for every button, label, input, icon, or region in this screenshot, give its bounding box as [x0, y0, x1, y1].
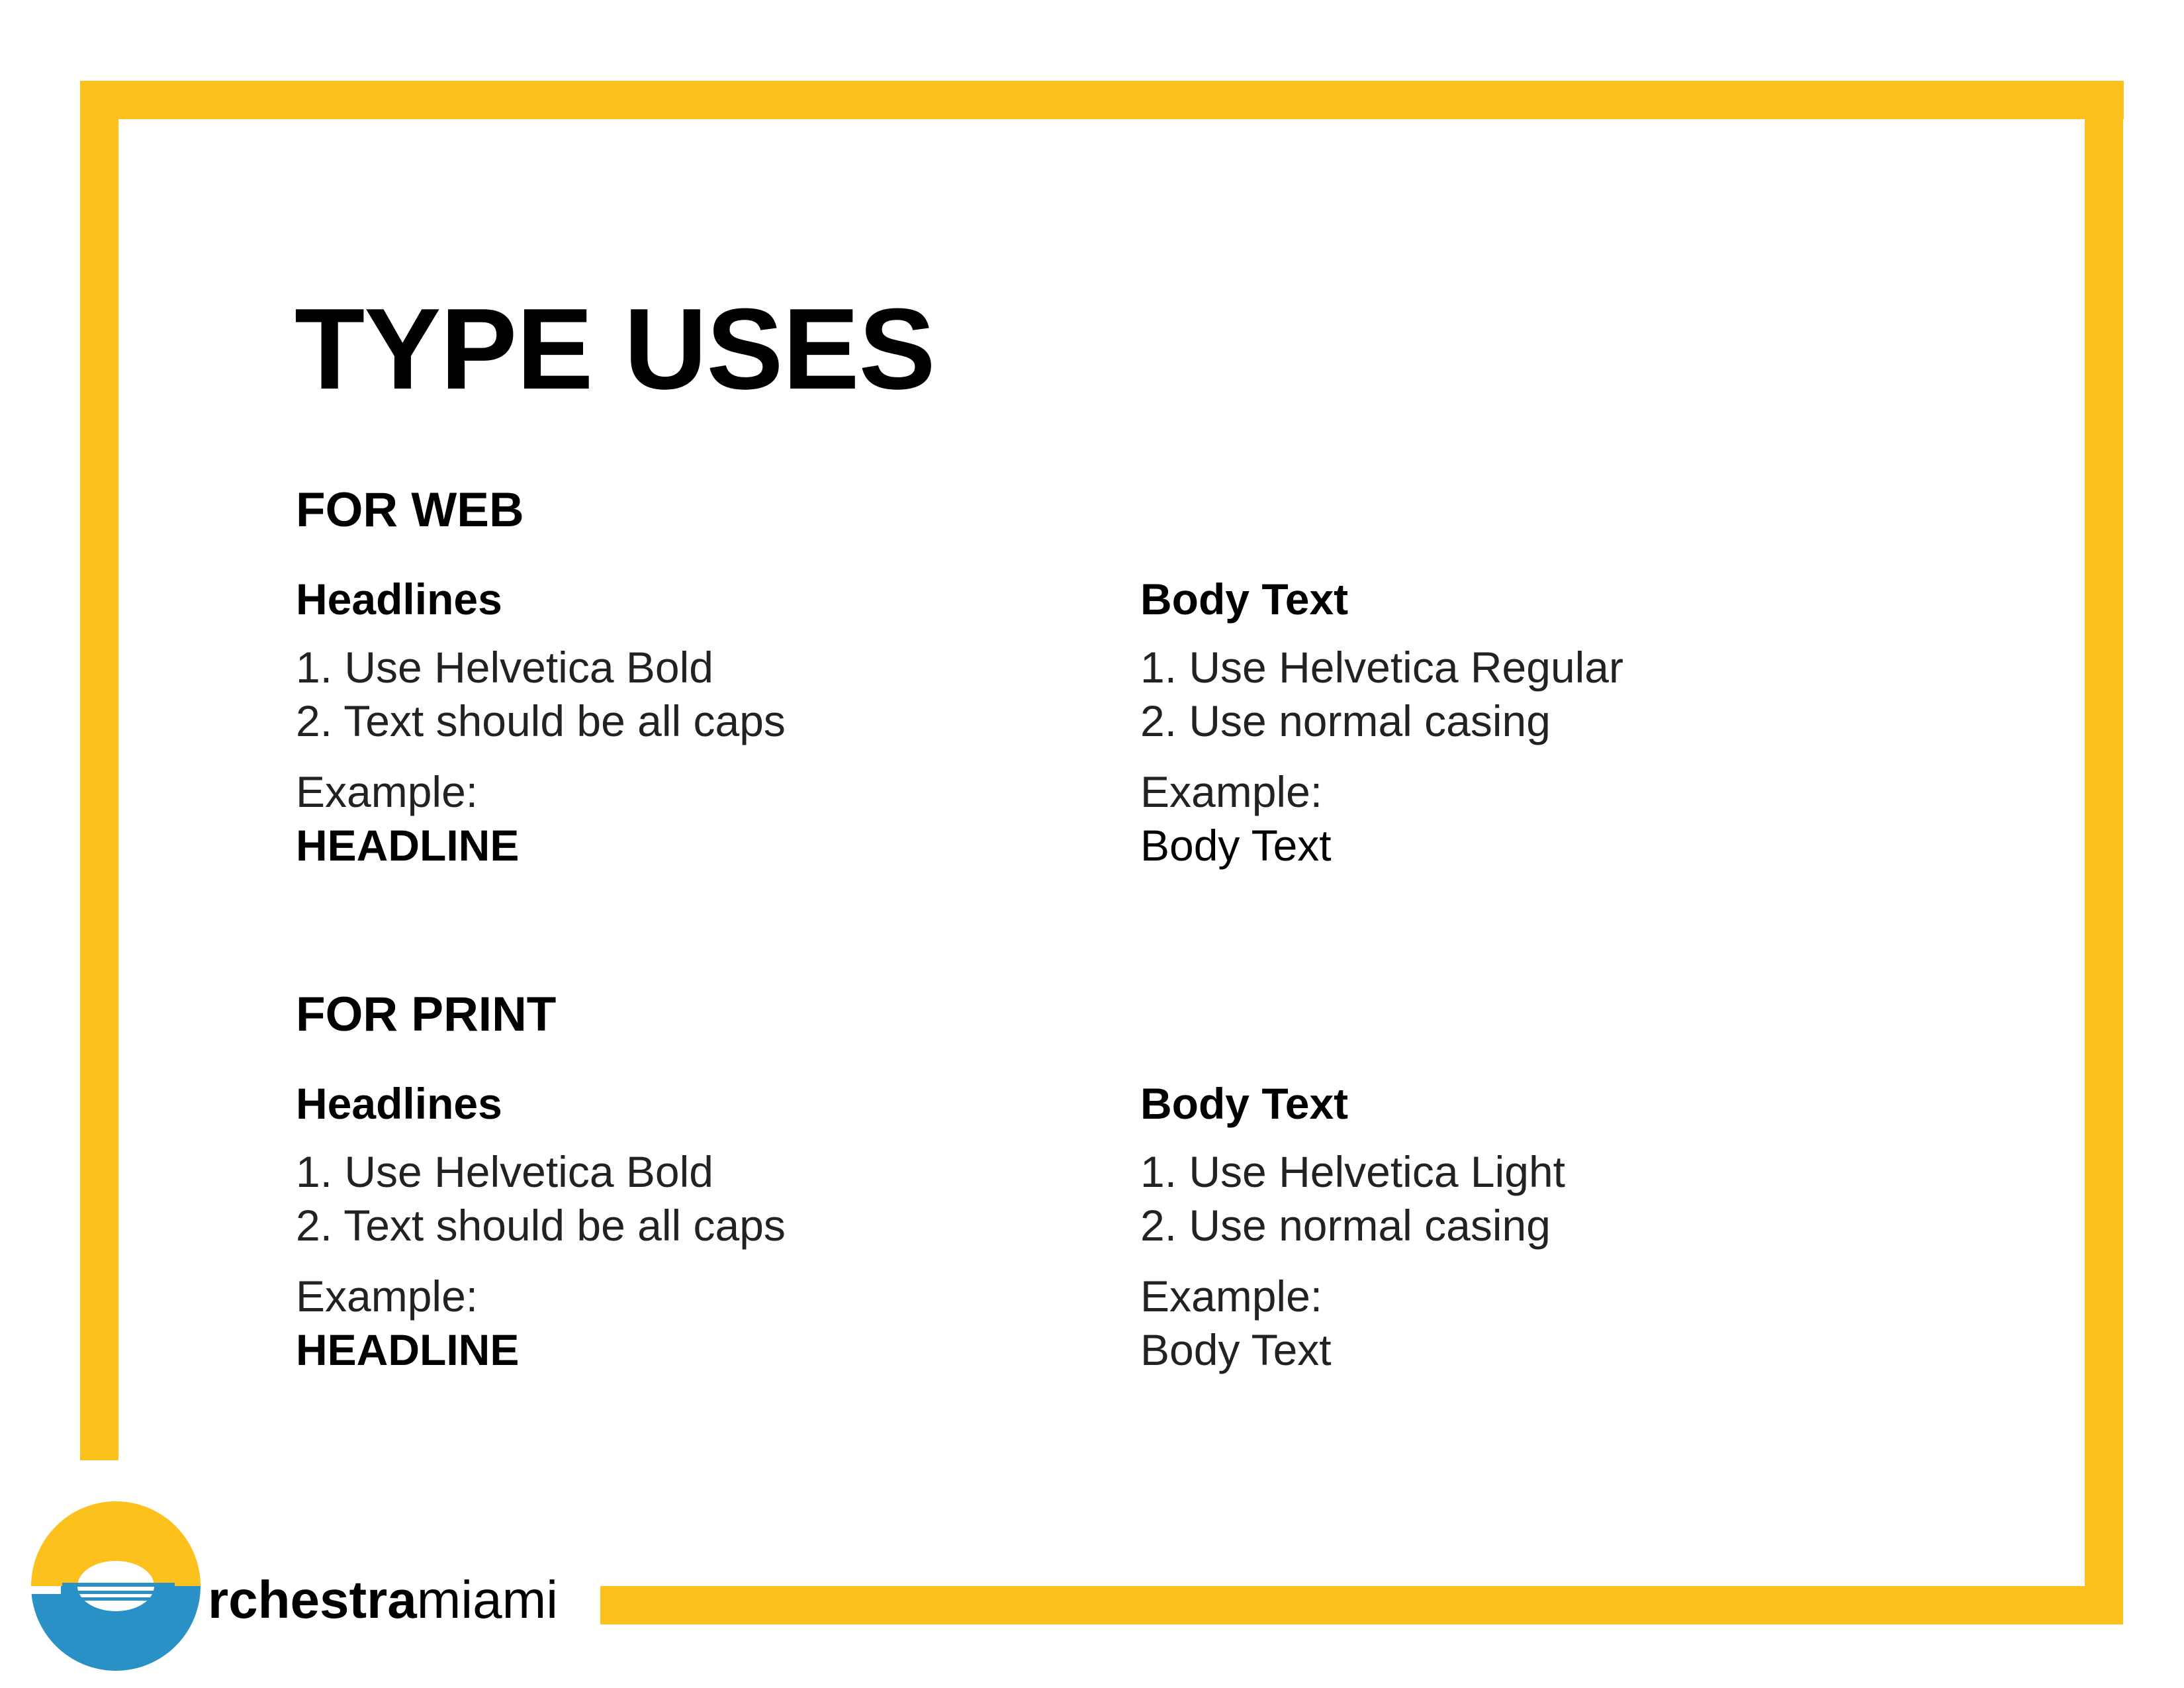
web-body-text-example-value: Body Text [1140, 821, 1332, 870]
section-heading-web: FOR WEB [296, 483, 524, 537]
orchestra-miami-wordmark: rchestramiami [208, 1573, 558, 1626]
web-headlines-example-label: Example: [296, 767, 478, 816]
print-body-text-rules: 1. Use Helvetica Light 2. Use normal cas… [1140, 1145, 1565, 1252]
web-headlines-rule-2: 2. Text should be all caps [296, 696, 786, 745]
print-headlines-heading: Headlines [296, 1079, 502, 1128]
web-headlines-rules: 1. Use Helvetica Bold 2. Text should be … [296, 641, 786, 748]
web-body-text-heading: Body Text [1140, 575, 1349, 624]
print-headlines-example-value: HEADLINE [296, 1325, 520, 1374]
web-body-text-rules: 1. Use Helvetica Regular 2. Use normal c… [1140, 641, 1623, 748]
print-headlines-rule-2: 2. Text should be all caps [296, 1201, 786, 1250]
web-body-text-example: Example: Body Text [1140, 765, 1623, 872]
print-headlines-example: Example: HEADLINE [296, 1270, 786, 1377]
logo-word-regular: miami [416, 1570, 559, 1629]
print-body-text-column: Body Text 1. Use Helvetica Light 2. Use … [1140, 1082, 1565, 1377]
web-body-text-column: Body Text 1. Use Helvetica Regular 2. Us… [1140, 577, 1623, 872]
orchestra-miami-logo: rchestramiami [29, 1499, 572, 1678]
web-headlines-column: Headlines 1. Use Helvetica Bold 2. Text … [296, 577, 786, 872]
web-headlines-rule-1: 1. Use Helvetica Bold [296, 643, 713, 692]
print-body-text-rule-2: 2. Use normal casing [1140, 1201, 1551, 1250]
frame-top-bar [80, 81, 2124, 119]
frame-right-bar [2085, 81, 2123, 1624]
section-heading-print: FOR PRINT [296, 988, 557, 1041]
web-headlines-example: Example: HEADLINE [296, 765, 786, 872]
print-body-text-heading: Body Text [1140, 1079, 1349, 1128]
print-body-text-example-label: Example: [1140, 1272, 1323, 1321]
page-title: TYPE USES [295, 284, 936, 413]
print-body-text-example-value: Body Text [1140, 1325, 1332, 1374]
web-body-text-example-label: Example: [1140, 767, 1323, 816]
print-body-text-rule-1: 1. Use Helvetica Light [1140, 1147, 1565, 1196]
logo-word-bold: rchestra [208, 1570, 417, 1629]
web-headlines-heading: Headlines [296, 575, 502, 624]
print-body-text-example: Example: Body Text [1140, 1270, 1565, 1377]
frame-bottom-bar [600, 1586, 2123, 1624]
print-headlines-column: Headlines 1. Use Helvetica Bold 2. Text … [296, 1082, 786, 1377]
web-body-text-rule-2: 2. Use normal casing [1140, 696, 1551, 745]
print-headlines-rules: 1. Use Helvetica Bold 2. Text should be … [296, 1145, 786, 1252]
print-headlines-example-label: Example: [296, 1272, 478, 1321]
frame-left-bar [80, 81, 118, 1460]
web-headlines-example-value: HEADLINE [296, 821, 520, 870]
web-body-text-rule-1: 1. Use Helvetica Regular [1140, 643, 1623, 692]
orchestra-miami-logo-icon [29, 1501, 201, 1671]
print-headlines-rule-1: 1. Use Helvetica Bold [296, 1147, 713, 1196]
